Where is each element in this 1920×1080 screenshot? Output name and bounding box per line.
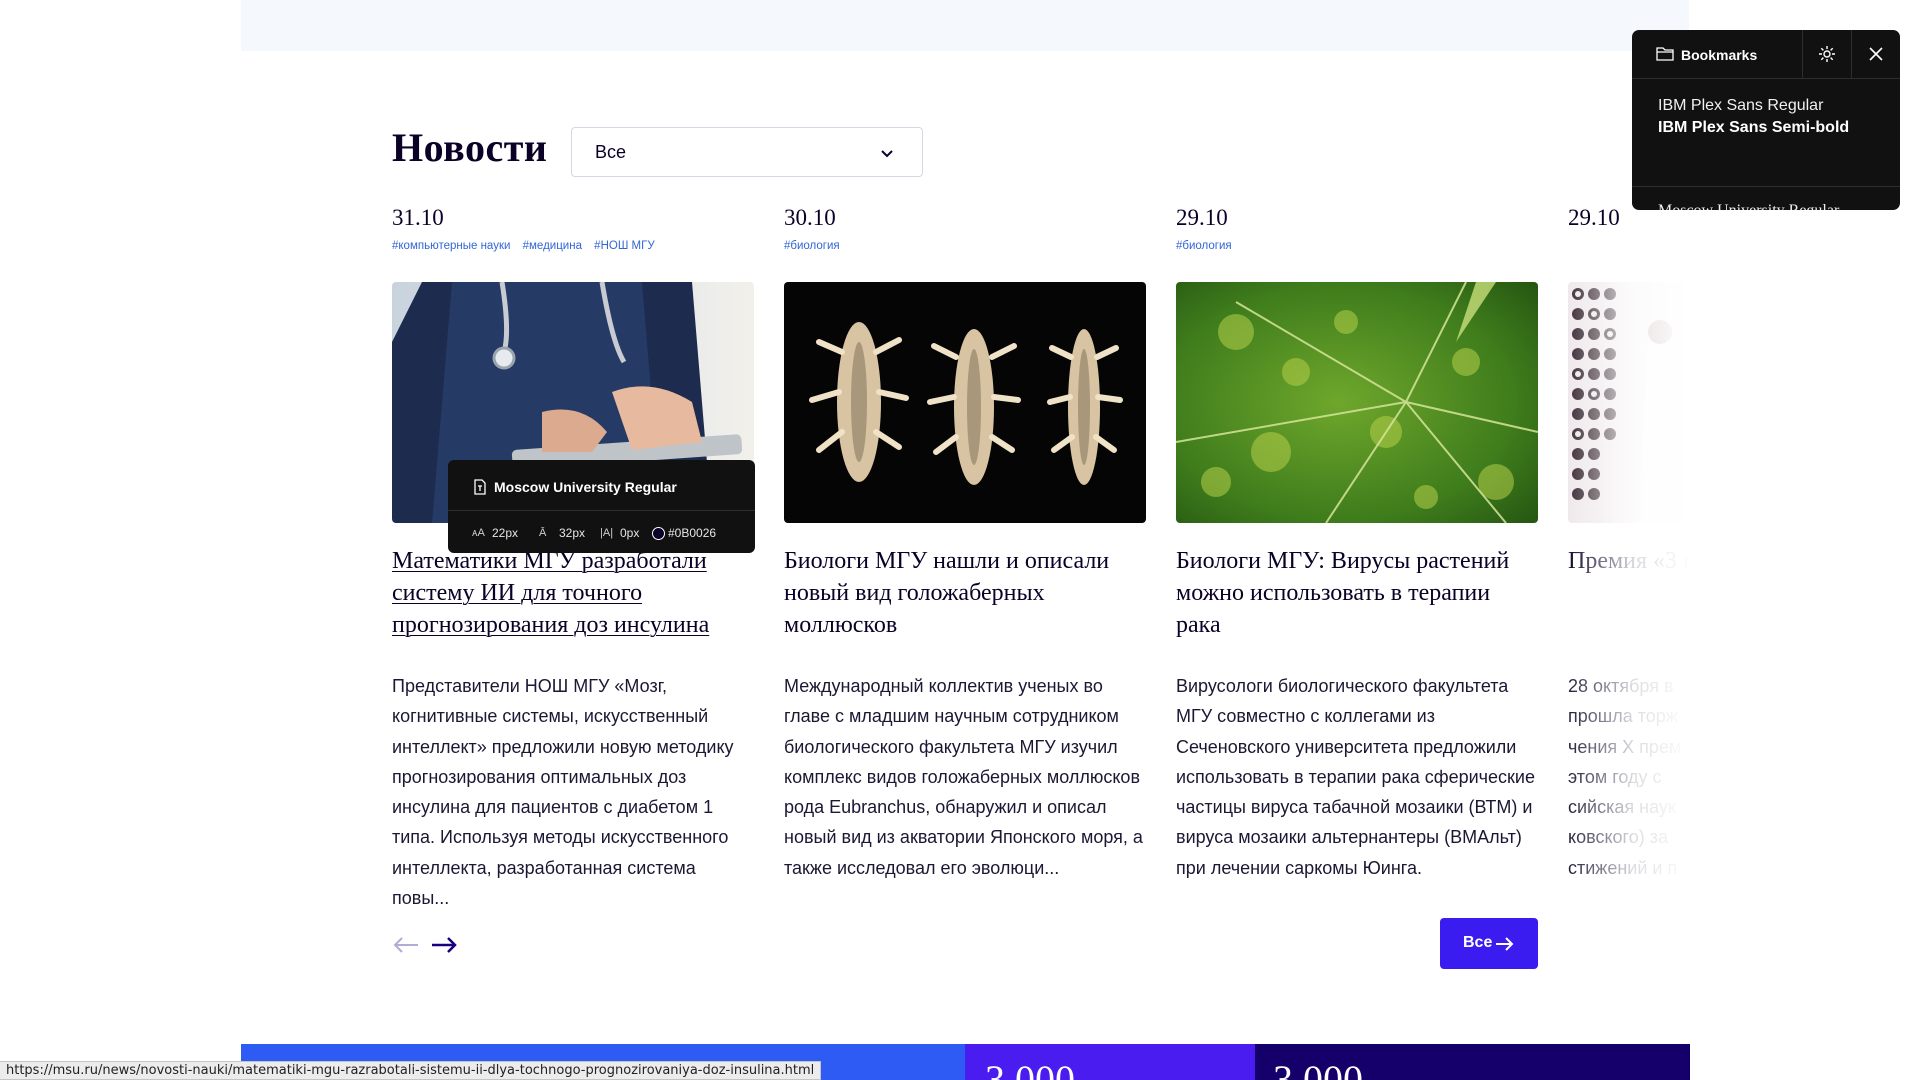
bookmark-item[interactable]: Moscow University Regular <box>1632 188 1900 210</box>
font-file-icon <box>474 479 486 495</box>
news-tags <box>1568 240 1690 256</box>
tooltip-divider <box>448 510 755 511</box>
arrow-right-icon <box>1496 937 1514 951</box>
bookmark-regular-font: IBM Plex Sans Regular <box>1658 97 1824 114</box>
font-inspector-tooltip: Moscow University Regular ᴀA 22px Ā 32px… <box>448 460 755 553</box>
font-size-icon: ᴀA <box>472 527 485 539</box>
news-tag[interactable]: #биология <box>1176 240 1232 252</box>
news-excerpt: Вирусологи биологического факультета МГУ… <box>1176 676 1535 878</box>
bookmark-item[interactable]: IBM Plex Sans Regular IBM Plex Sans Semi… <box>1632 79 1900 187</box>
news-filter-select[interactable]: Все <box>571 127 923 177</box>
news-tag[interactable]: #НОШ МГУ <box>594 240 655 252</box>
close-icon <box>1869 47 1883 61</box>
news-excerpt: 28 октября в прошла торж чения X прем В … <box>1568 676 1690 878</box>
news-excerpt: Международный коллектив ученых во главе … <box>784 676 1143 878</box>
arrow-right-icon[interactable] <box>430 935 458 955</box>
news-tags: #компьютерные науки #медицина #НОШ МГУ <box>392 240 754 256</box>
news-image[interactable] <box>1176 282 1538 523</box>
all-news-label: Все <box>1463 934 1493 951</box>
news-date: 30.10 <box>784 205 836 230</box>
gear-icon <box>1819 46 1835 62</box>
tooltip-font-name: Moscow University Regular <box>494 479 677 495</box>
news-tags: #биология <box>1176 240 1538 256</box>
settings-button[interactable] <box>1803 30 1852 79</box>
chevron-down-icon <box>881 150 893 158</box>
news-excerpt: Представители НОШ МГУ «Мозг, когнитивные… <box>392 676 734 909</box>
news-title-link[interactable]: Биологи МГУ нашли и описали новый вид го… <box>784 545 1146 641</box>
news-date: 29.10 <box>1176 205 1228 230</box>
news-title-link[interactable]: Премия «З вручена р валь НАУК <box>1568 545 1690 577</box>
news-card: 30.10 #биология Биологи МГУ нашли и опис… <box>784 205 1146 878</box>
news-tag[interactable]: #компьютерные науки <box>392 240 510 252</box>
news-tag[interactable]: #биология <box>784 240 840 252</box>
news-image[interactable] <box>784 282 1146 523</box>
section-title: Новости <box>392 125 548 170</box>
news-tags: #биология <box>784 240 1146 256</box>
letter-spacing-icon: |A| <box>600 527 614 539</box>
arrow-left-icon[interactable] <box>392 935 420 955</box>
line-height-icon: Ā <box>539 527 547 539</box>
news-date: 31.10 <box>392 205 444 230</box>
stats-value: 3 000 <box>1273 1057 1363 1080</box>
news-card: 29.10 #биология Биологи МГУ: Вирусы раст… <box>1176 205 1538 878</box>
stats-value: 3 000 <box>985 1057 1075 1080</box>
news-card: 29.10 Премия «З в 28 октября в прошла то… <box>1568 205 1690 925</box>
news-image[interactable] <box>1568 282 1690 523</box>
bookmark-bold-font: IBM Plex Sans Semi-bold <box>1658 119 1850 136</box>
all-news-button[interactable]: Все <box>1440 918 1538 969</box>
news-filter-value: Все <box>595 142 627 162</box>
top-banner-band <box>241 0 1689 51</box>
news-card: 31.10 #компьютерные науки #медицина #НОШ… <box>392 205 754 908</box>
folder-icon <box>1656 47 1674 61</box>
bookmarks-header: Bookmarks <box>1632 30 1900 79</box>
news-title-link[interactable]: Биологи МГУ: Вирусы растений можно испол… <box>1176 545 1538 641</box>
bookmarks-panel: Bookmarks IBM Plex Sans Regular IBM Plex… <box>1632 30 1900 210</box>
news-tag[interactable]: #медицина <box>523 240 582 252</box>
color-swatch <box>652 527 665 540</box>
close-button[interactable] <box>1852 30 1900 79</box>
news-title-link[interactable]: Математики МГУ разработали систему ИИ дл… <box>392 545 754 641</box>
status-bar-url: https://msu.ru/news/novosti-nauki/matema… <box>0 1061 822 1080</box>
bookmark-regular-font: Moscow University Regular <box>1658 202 1839 210</box>
